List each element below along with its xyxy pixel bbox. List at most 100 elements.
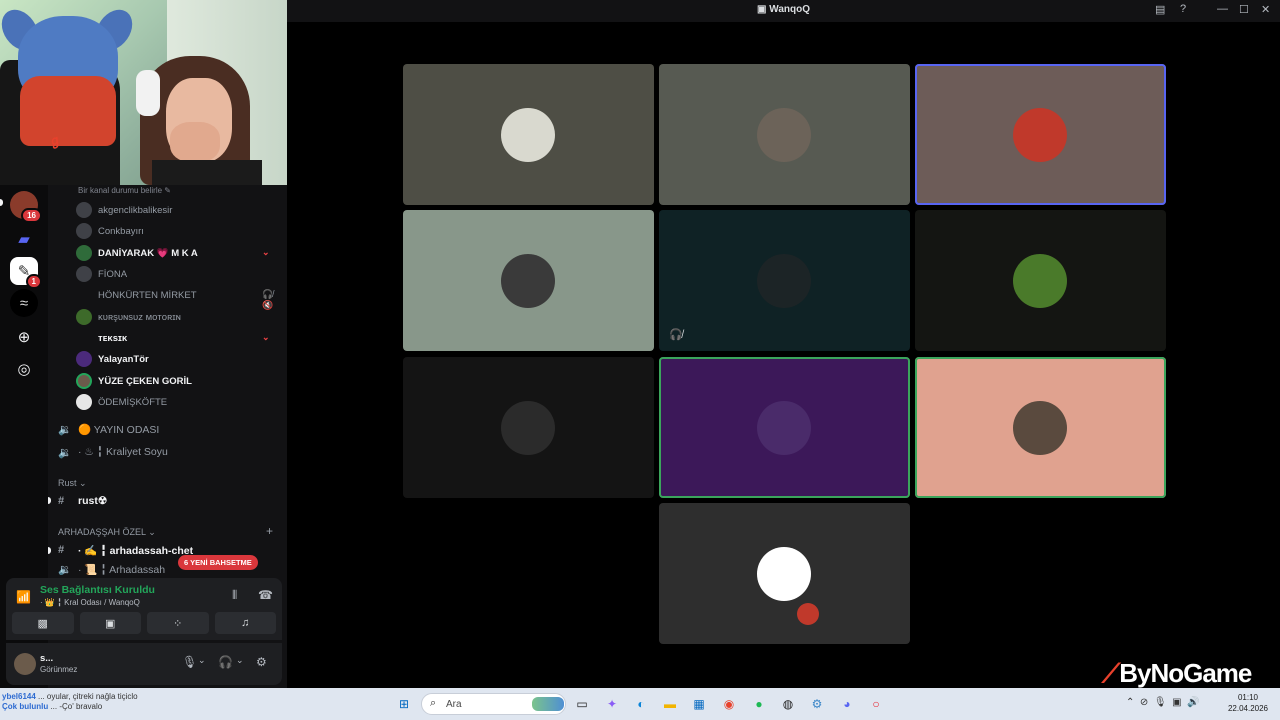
task-view-icon[interactable]: ▭ bbox=[573, 695, 591, 713]
username[interactable]: s... bbox=[40, 653, 53, 664]
avatar bbox=[76, 309, 92, 325]
webcam-headphone bbox=[136, 70, 160, 116]
member-name: Conkbayırı bbox=[98, 225, 144, 237]
add-server-icon[interactable]: ⊕ bbox=[10, 323, 38, 351]
chat-line: ybel6144 ... oyular, çitreki nağla tiçic… bbox=[2, 692, 138, 702]
avatar bbox=[76, 287, 92, 303]
participant-tile[interactable] bbox=[659, 357, 910, 498]
close-icon[interactable]: ✕ bbox=[1261, 3, 1270, 16]
participant-tile[interactable]: 🎧̸ bbox=[659, 210, 910, 351]
server-icon-3[interactable]: ≈ bbox=[10, 289, 38, 317]
member-name: YÜZE ÇEKEN GORİL bbox=[98, 375, 192, 387]
participant-tile[interactable] bbox=[403, 64, 654, 205]
participant-avatar bbox=[757, 254, 811, 308]
disconnect-icon[interactable]: ☎ bbox=[258, 588, 273, 602]
text-channel[interactable]: # rust☢ bbox=[58, 491, 107, 511]
voice-member[interactable]: DANİYARAK 💗 M K A ⌄ bbox=[76, 243, 270, 263]
voice-channel[interactable]: 🔉 🟠 YAYIN ODASI bbox=[58, 419, 159, 439]
webcam-overlay: ℊ bbox=[0, 0, 287, 185]
signal-icon[interactable]: 📶 bbox=[16, 590, 31, 604]
opera-icon[interactable]: ○ bbox=[867, 695, 885, 713]
voice-member[interactable]: ÖDEMİŞKÖFTE bbox=[76, 392, 167, 412]
discord-icon[interactable]: ◕ bbox=[838, 695, 856, 713]
channel-name: 🟠 YAYIN ODASI bbox=[78, 423, 160, 436]
windows-start-icon[interactable]: ⊞ bbox=[395, 695, 413, 713]
voice-member[interactable]: FİONA bbox=[76, 264, 127, 284]
voice-member[interactable]: YalayanTör bbox=[76, 349, 149, 369]
channel-name: · 📜 ╏ Arhadassah bbox=[78, 563, 166, 576]
avatar bbox=[76, 351, 92, 367]
voice-member[interactable]: YÜZE ÇEKEN GORİL bbox=[76, 371, 192, 391]
voice-member[interactable]: ᴛᴇᴋsɪᴋ ⌄ bbox=[76, 328, 270, 348]
search-icon: ⌕ bbox=[430, 697, 437, 709]
taskbar-search[interactable]: ⌕ Ara bbox=[421, 693, 566, 715]
chat-author: ybel6144 bbox=[2, 692, 36, 701]
category-arhadassah[interactable]: ARHADAŞŞAH ÖZEL ⌄ bbox=[58, 527, 156, 538]
inbox-icon[interactable]: ▤ bbox=[1155, 3, 1165, 16]
voice-channel[interactable]: 🔉 · 📜 ╏ Arhadassah bbox=[58, 563, 166, 576]
system-tray[interactable]: ⌃ ⊘ 🎙 ▣ 🔊 bbox=[1126, 697, 1200, 708]
unread-indicator bbox=[0, 199, 3, 206]
voice-status-title[interactable]: Ses Bağlantısı Kuruldu bbox=[40, 584, 155, 596]
voice-member[interactable]: HÖNKÜRTEN MİRKET 🎧̸ 🔇 bbox=[76, 285, 273, 310]
windows-taskbar: ybel6144 ... oyular, çitreki nağla tiçic… bbox=[0, 688, 1280, 720]
participant-tile[interactable] bbox=[403, 210, 654, 351]
camera-off-button[interactable]: ▩ bbox=[12, 612, 74, 634]
member-name: YalayanTör bbox=[98, 353, 149, 365]
participant-avatar bbox=[757, 108, 811, 162]
activities-button[interactable]: ⁘ bbox=[147, 612, 209, 634]
edge-icon[interactable]: ◐ bbox=[632, 695, 650, 713]
minimize-icon[interactable]: — bbox=[1217, 3, 1228, 15]
copilot-icon[interactable]: ✦ bbox=[603, 695, 621, 713]
voice-member[interactable]: Conkbayırı bbox=[76, 221, 144, 241]
screen-share-button[interactable]: ▣ bbox=[79, 612, 141, 634]
noise-suppression-icon[interactable]: ⦀ bbox=[232, 588, 237, 603]
chevron-down-icon[interactable]: ⌄ bbox=[198, 655, 206, 666]
speaker-icon: 🔉 bbox=[58, 446, 72, 459]
soundboard-button[interactable]: ♫ bbox=[214, 612, 276, 634]
settings-gear-icon[interactable]: ⚙ bbox=[256, 655, 267, 669]
avatar[interactable] bbox=[14, 653, 36, 675]
text-channel[interactable]: # · ✍ ╏ arhadassah-chet bbox=[58, 540, 193, 560]
file-explorer-icon[interactable]: ▬ bbox=[661, 695, 679, 713]
folder-icon[interactable]: ▰ bbox=[10, 225, 38, 253]
settings-app-icon[interactable]: ⚙ bbox=[808, 695, 826, 713]
spotify-icon[interactable]: ● bbox=[750, 695, 768, 713]
new-mentions-pill[interactable]: 6 YENİ BAHSETME bbox=[178, 555, 258, 570]
add-channel-icon[interactable]: + bbox=[266, 524, 273, 538]
channel-status-hint[interactable]: Bir kanal durumu belirle ✎ bbox=[78, 186, 171, 195]
store-icon[interactable]: ▦ bbox=[690, 695, 708, 713]
chevron-down-icon[interactable]: ⌄ bbox=[236, 655, 244, 666]
search-placeholder: Ara bbox=[446, 699, 462, 710]
bynogame-logo-icon: ⟋ bbox=[1102, 658, 1120, 688]
maximize-icon[interactable]: ☐ bbox=[1239, 3, 1249, 16]
avatar bbox=[76, 266, 92, 282]
help-icon[interactable]: ? bbox=[1180, 3, 1186, 15]
participant-tile[interactable] bbox=[915, 210, 1166, 351]
headphones-icon[interactable]: 🎧 bbox=[218, 655, 233, 669]
webcam-hand bbox=[170, 122, 220, 162]
server-icon-1[interactable]: 16 bbox=[10, 191, 42, 223]
obs-icon[interactable]: ◍ bbox=[779, 695, 797, 713]
taskbar-clock[interactable]: 01:10 22.04.2026 bbox=[1222, 692, 1274, 714]
participant-tile[interactable] bbox=[659, 503, 910, 644]
voice-member[interactable]: akgenclikbalikesir bbox=[76, 200, 172, 220]
voice-member[interactable]: ᴋᴜʀşᴜɴsᴜᴢ ᴍᴏᴛᴏʀɪɴ bbox=[76, 307, 181, 327]
member-name: ÖDEMİŞKÖFTE bbox=[98, 396, 168, 408]
participant-tile[interactable] bbox=[659, 64, 910, 205]
server-badge: 1 bbox=[25, 274, 42, 289]
category-rust[interactable]: Rust ⌄ bbox=[58, 478, 87, 489]
discover-icon[interactable]: ◎ bbox=[10, 355, 38, 383]
participant-tile[interactable] bbox=[915, 357, 1166, 498]
member-name: ᴛᴇᴋsɪᴋ bbox=[98, 332, 128, 344]
chrome-icon[interactable]: ◉ bbox=[720, 695, 738, 713]
voice-channel[interactable]: 🔉 · ♨ ╏ Kraliyet Soyu bbox=[58, 442, 168, 462]
participant-tile[interactable] bbox=[403, 357, 654, 498]
chat-text: ... -Ço' bravalo bbox=[48, 702, 103, 711]
voice-call-window: ▣ WanqoQ ▤ ? — ☐ ✕ 🎧̸ ⟋ByNoGame bbox=[287, 0, 1280, 688]
watermark-text: ByNoGame bbox=[1119, 658, 1252, 688]
server-icon-2[interactable]: ✎ 1 bbox=[10, 257, 42, 289]
participant-tile[interactable] bbox=[915, 64, 1166, 205]
chat-author: Çok bulunlu bbox=[2, 702, 49, 711]
microphone-icon[interactable]: 🎙 bbox=[182, 655, 197, 669]
